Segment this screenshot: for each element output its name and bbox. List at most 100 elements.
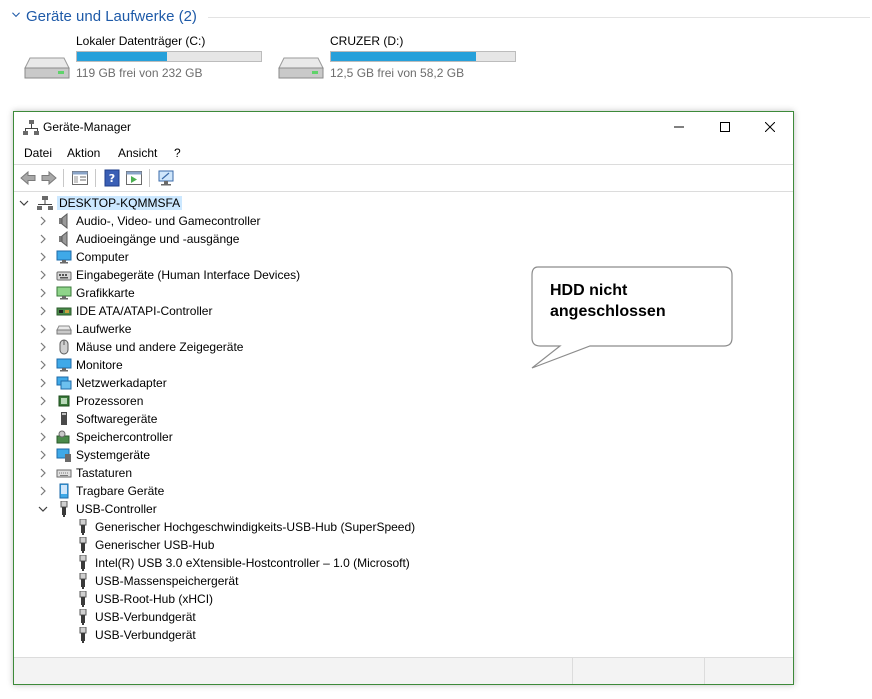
chevron-right-icon[interactable]	[38, 306, 48, 316]
category-label: Laufwerke	[76, 322, 132, 336]
callout-annotation: HDD nicht angeschlossen	[528, 266, 734, 372]
chevron-right-icon[interactable]	[38, 216, 48, 226]
device-category[interactable]: Computer	[14, 248, 784, 266]
category-label: Mäuse und andere Zeigegeräte	[76, 340, 244, 354]
device-category[interactable]: Systemgeräte	[14, 446, 784, 464]
device-category[interactable]: Audioeingänge und -ausgänge	[14, 230, 784, 248]
drive-c[interactable]: Lokaler Datenträger (C:) 119 GB frei von…	[24, 34, 264, 84]
chevron-right-icon[interactable]	[38, 414, 48, 424]
drive-name: Lokaler Datenträger (C:)	[76, 34, 206, 48]
category-label: Tragbare Geräte	[76, 484, 165, 498]
close-button[interactable]	[747, 112, 793, 142]
processor-icon	[58, 395, 70, 407]
chevron-right-icon[interactable]	[38, 432, 48, 442]
device-label: Generischer USB-Hub	[95, 538, 215, 552]
chevron-down-icon[interactable]	[38, 504, 48, 514]
disk-drive-icon	[56, 325, 72, 335]
drive-usage-fill	[77, 52, 168, 61]
maximize-button[interactable]	[702, 112, 748, 142]
help-book-icon[interactable]: ?	[103, 169, 121, 187]
usb-icon	[79, 591, 87, 607]
category-label: Prozessoren	[76, 394, 144, 408]
device-label: Generischer Hochgeschwindigkeits-USB-Hub…	[95, 520, 416, 534]
devices-and-drives-header[interactable]: Geräte und Laufwerke (2)	[12, 8, 870, 28]
software-device-icon	[61, 412, 67, 425]
minimize-button[interactable]	[656, 112, 702, 142]
device-item[interactable]: Intel(R) USB 3.0 eXtensible-Hostcontroll…	[14, 554, 784, 572]
menu-view[interactable]: Ansicht	[118, 146, 157, 160]
forward-arrow-icon[interactable]	[40, 169, 58, 187]
category-label: Tastaturen	[76, 466, 133, 480]
chevron-right-icon[interactable]	[38, 324, 48, 334]
menu-bar: Datei Aktion Ansicht ?	[14, 142, 793, 165]
chevron-right-icon[interactable]	[38, 342, 48, 352]
chevron-right-icon[interactable]	[38, 252, 48, 262]
svg-text:?: ?	[109, 172, 115, 185]
scan-hardware-icon[interactable]	[157, 169, 175, 187]
ide-controller-icon	[56, 307, 72, 316]
close-icon	[765, 122, 775, 132]
window-title: Geräte-Manager	[43, 120, 132, 134]
device-category[interactable]: Tragbare Geräte	[14, 482, 784, 500]
device-item[interactable]: USB-Verbundgerät	[14, 608, 784, 626]
back-arrow-icon[interactable]	[19, 169, 37, 187]
device-item[interactable]: USB-Verbundgerät	[14, 626, 784, 644]
tree-root[interactable]: DESKTOP-KQMMSFA	[14, 194, 784, 212]
section-divider	[208, 17, 870, 18]
chevron-right-icon[interactable]	[38, 360, 48, 370]
usb-icon	[79, 609, 87, 625]
category-label: Speichercontroller	[76, 430, 173, 444]
chevron-right-icon[interactable]	[38, 270, 48, 280]
chevron-down-icon[interactable]	[19, 198, 29, 208]
drive-free-space: 119 GB frei von 232 GB	[76, 66, 203, 80]
menu-file[interactable]: Datei	[24, 146, 52, 160]
maximize-icon	[720, 122, 730, 132]
drive-d[interactable]: CRUZER (D:) 12,5 GB frei von 58,2 GB	[278, 34, 518, 84]
device-item[interactable]: USB-Root-Hub (xHCI)	[14, 590, 784, 608]
device-category[interactable]: USB-Controller	[14, 500, 784, 518]
chevron-right-icon[interactable]	[38, 234, 48, 244]
title-bar[interactable]: Geräte-Manager	[14, 112, 793, 142]
category-label: Eingabegeräte (Human Interface Devices)	[76, 268, 301, 282]
status-separator	[704, 658, 705, 684]
display-adapter-icon	[56, 286, 72, 300]
menu-help[interactable]: ?	[174, 146, 181, 160]
chevron-right-icon[interactable]	[38, 396, 48, 406]
category-label: USB-Controller	[76, 502, 157, 516]
category-label: Monitore	[76, 358, 123, 372]
device-category[interactable]: Prozessoren	[14, 392, 784, 410]
chevron-right-icon[interactable]	[38, 288, 48, 298]
computer-root-icon	[37, 196, 53, 210]
chevron-right-icon[interactable]	[38, 468, 48, 478]
chevron-right-icon[interactable]	[38, 450, 48, 460]
device-category[interactable]: Audio-, Video- und Gamecontroller	[14, 212, 784, 230]
device-item[interactable]: USB-Massenspeichergerät	[14, 572, 784, 590]
menu-action[interactable]: Aktion	[67, 146, 100, 160]
device-category[interactable]: Netzwerkadapter	[14, 374, 784, 392]
callout-text: HDD nicht angeschlossen	[550, 282, 666, 320]
category-label: IDE ATA/ATAPI-Controller	[76, 304, 213, 318]
section-title: Geräte und Laufwerke (2)	[26, 8, 197, 25]
device-category[interactable]: Softwaregeräte	[14, 410, 784, 428]
usb-icon	[79, 573, 87, 589]
chevron-right-icon[interactable]	[38, 378, 48, 388]
portable-device-icon	[59, 483, 69, 499]
usb-icon	[79, 627, 87, 643]
status-separator	[572, 658, 573, 684]
device-tree: DESKTOP-KQMMSFA Audio-, Video- und Gameco…	[14, 192, 793, 657]
speaker-icon	[59, 231, 68, 247]
root-computer-name: DESKTOP-KQMMSFA	[57, 196, 183, 210]
toolbar: ?	[14, 165, 793, 192]
device-category[interactable]: Speichercontroller	[14, 428, 784, 446]
chevron-down-icon[interactable]	[12, 11, 20, 19]
device-label: USB-Root-Hub (xHCI)	[95, 592, 214, 606]
device-item[interactable]: Generischer Hochgeschwindigkeits-USB-Hub…	[14, 518, 784, 536]
device-category[interactable]: Tastaturen	[14, 464, 784, 482]
console-tree-icon[interactable]	[71, 169, 89, 187]
chevron-right-icon[interactable]	[38, 486, 48, 496]
drive-usage-bar	[76, 51, 262, 62]
network-adapter-icon	[56, 376, 72, 390]
minimize-icon	[674, 126, 684, 128]
device-item[interactable]: Generischer USB-Hub	[14, 536, 784, 554]
properties-icon[interactable]	[125, 169, 143, 187]
